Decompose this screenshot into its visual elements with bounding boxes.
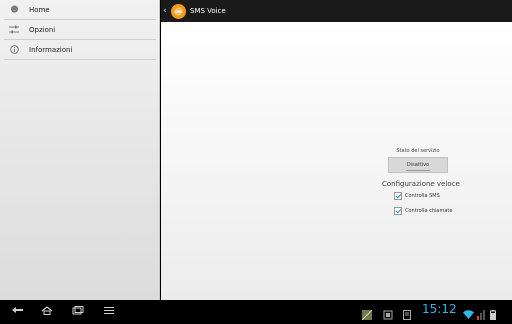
navigation-drawer: … Home Opzioni Informazioni xyxy=(0,0,160,300)
battery-icon xyxy=(490,305,500,321)
notification-app-icon[interactable] xyxy=(383,305,393,320)
wifi-icon xyxy=(463,305,474,319)
recent-apps-icon[interactable] xyxy=(70,304,86,316)
notification-file-icon[interactable] xyxy=(402,305,412,320)
sidebar-item-informazioni[interactable]: Informazioni xyxy=(4,40,156,60)
main-content xyxy=(161,22,512,300)
chevron-left-icon[interactable]: ‹ xyxy=(163,6,169,16)
app-logo-text: SMS xyxy=(174,10,183,14)
sidebar-item-label: Informazioni xyxy=(29,45,73,54)
check-sms-label: Controlla SMS xyxy=(405,193,440,199)
toggle-indicator xyxy=(406,170,430,171)
quick-config-title: Configurazione veloce xyxy=(382,180,460,188)
checkbox-checked-icon[interactable] xyxy=(394,192,402,200)
svg-text:…: … xyxy=(12,7,16,11)
checkbox-checked-icon[interactable] xyxy=(394,207,402,215)
check-sms-option[interactable]: Controlla SMS xyxy=(394,192,440,200)
home-icon[interactable] xyxy=(39,304,55,316)
check-calls-option[interactable]: Controlla chiamate xyxy=(394,207,452,215)
back-icon[interactable] xyxy=(10,304,26,316)
service-status-label: Stato del servizio xyxy=(396,148,440,154)
system-bar: 15:12 xyxy=(0,300,512,321)
app-title: SMS Voice xyxy=(190,7,226,15)
action-bar: ‹ SMS SMS Voice xyxy=(161,0,512,22)
sidebar-item-opzioni[interactable]: Opzioni xyxy=(4,20,156,40)
menu-icon[interactable] xyxy=(101,304,117,316)
info-icon xyxy=(9,45,19,55)
chat-bubble-icon: … xyxy=(9,5,19,15)
notification-image-icon[interactable] xyxy=(361,305,373,321)
sliders-icon xyxy=(9,25,19,35)
sidebar-item-home[interactable]: … Home xyxy=(4,0,156,20)
sidebar-item-label: Opzioni xyxy=(29,25,56,34)
sidebar-item-label: Home xyxy=(29,5,50,14)
app-logo[interactable]: SMS xyxy=(171,3,186,19)
app-screen: … Home Opzioni Informazioni ‹ SMS SMS Vo… xyxy=(0,0,512,300)
signal-icon xyxy=(477,305,487,320)
clock[interactable]: 15:12 xyxy=(422,302,457,316)
check-calls-label: Controlla chiamate xyxy=(405,208,453,214)
